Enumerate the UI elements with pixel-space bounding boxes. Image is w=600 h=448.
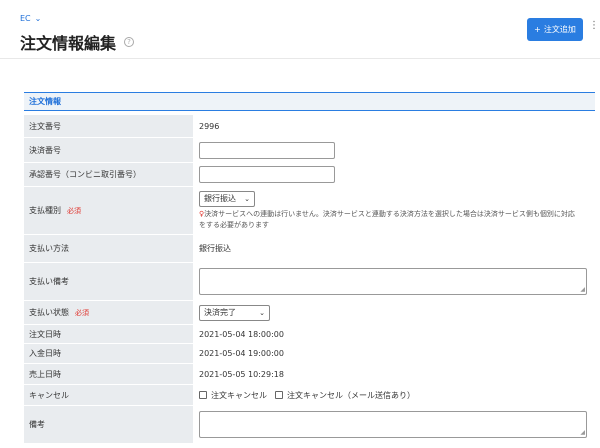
page-title-text: 注文情報編集 xyxy=(20,34,117,53)
row-payment-type: 支払種別 必須 銀行振込 ⌄ ♀決済サービスへの連動は行いません。決済サービスと… xyxy=(24,187,595,235)
payment-remarks-textarea[interactable]: ◢ xyxy=(199,268,587,295)
row-approval-number: 承認番号（コンビニ取引番号） xyxy=(24,163,595,187)
payment-status-selected: 決済完了 xyxy=(204,308,236,317)
payment-status-label: 支払い状態 xyxy=(29,308,69,317)
order-number-value: 2996 xyxy=(199,121,220,131)
row-payment-status: 支払い状態 必須 決済完了 ⌄ xyxy=(24,301,595,325)
payment-method-label: 支払い方法 xyxy=(24,235,193,262)
required-badge: 必須 xyxy=(67,206,81,215)
row-payment-method: 支払い方法 銀行振込 xyxy=(24,235,595,263)
help-icon[interactable]: ? xyxy=(124,37,135,47)
cancel-order-mail-option-label: 注文キャンセル（メール送信あり） xyxy=(287,390,415,400)
breadcrumb-label: EC xyxy=(20,14,31,23)
order-datetime-value: 2021-05-04 18:00:00 xyxy=(199,329,284,339)
row-deposit-datetime: 入金日時 2021-05-04 19:00:00 xyxy=(24,344,595,364)
remarks-label: 備考 xyxy=(24,406,193,443)
add-order-button[interactable]: + 注文追加 xyxy=(527,18,583,41)
payment-type-select[interactable]: 銀行振込 ⌄ xyxy=(199,190,255,207)
cancel-order-mail-checkbox[interactable] xyxy=(275,391,283,399)
remarks-textarea[interactable]: ◢ xyxy=(199,411,587,438)
resize-grip-icon[interactable]: ◢ xyxy=(580,430,585,436)
row-payment-number: 決済番号 xyxy=(24,138,595,163)
row-cancel: キャンセル 注文キャンセル 注文キャンセル（メール送信あり） xyxy=(24,385,595,406)
row-payment-remarks: 支払い備考 ◢ xyxy=(24,263,595,301)
approval-number-input[interactable] xyxy=(199,166,335,183)
more-menu-icon[interactable]: ⋮ xyxy=(589,20,599,31)
add-order-label: 注文追加 xyxy=(543,25,576,34)
payment-status-label-cell: 支払い状態 必須 xyxy=(24,301,193,324)
breadcrumb[interactable]: EC ⌄ xyxy=(20,14,41,23)
cancel-label: キャンセル xyxy=(24,385,193,405)
payment-type-note-line2: をする必要があります xyxy=(199,220,269,229)
payment-type-note: ♀決済サービスへの連動は行いません。決済サービスと連動する決済方法を選択した場合… xyxy=(199,209,575,231)
section-header: 注文情報 xyxy=(24,92,595,111)
chevron-down-icon: ⌄ xyxy=(34,14,42,23)
row-remarks: 備考 ◢ xyxy=(24,406,595,444)
payment-status-select[interactable]: 決済完了 ⌄ xyxy=(199,304,270,321)
payment-number-label: 決済番号 xyxy=(24,138,193,162)
page-title: 注文情報編集 ? xyxy=(20,30,135,54)
plus-icon: + xyxy=(534,25,541,34)
payment-type-note-line1: 決済サービスへの連動は行いません。決済サービスと連動する決済方法を選択した場合は… xyxy=(204,209,575,218)
order-number-label: 注文番号 xyxy=(24,115,193,137)
order-datetime-label: 注文日時 xyxy=(24,325,193,343)
cancel-order-option[interactable]: 注文キャンセル xyxy=(199,390,267,401)
payment-type-label-cell: 支払種別 必須 xyxy=(24,187,193,234)
resize-grip-icon[interactable]: ◢ xyxy=(580,287,585,293)
row-sales-datetime: 売上日時 2021-05-05 10:29:18 xyxy=(24,364,595,385)
cancel-order-mail-option[interactable]: 注文キャンセル（メール送信あり） xyxy=(275,390,415,401)
payment-type-label: 支払種別 xyxy=(29,206,61,215)
order-info-section: 注文情報 注文番号 2996 決済番号 承認番号（コンビニ取引番号） 支払種別 … xyxy=(24,92,595,444)
header-divider xyxy=(0,58,600,59)
deposit-datetime-value: 2021-05-04 19:00:00 xyxy=(199,349,284,358)
payment-method-value: 銀行振込 xyxy=(199,244,231,253)
deposit-datetime-label: 入金日時 xyxy=(24,344,193,363)
row-order-number: 注文番号 2996 xyxy=(24,115,595,138)
payment-number-input[interactable] xyxy=(199,141,335,159)
cancel-order-checkbox[interactable] xyxy=(199,391,207,399)
cancel-order-option-label: 注文キャンセル xyxy=(211,390,267,400)
required-badge: 必須 xyxy=(75,308,89,317)
sales-datetime-value: 2021-05-05 10:29:18 xyxy=(199,369,284,379)
chevron-down-icon: ⌄ xyxy=(259,308,265,317)
row-order-datetime: 注文日時 2021-05-04 18:00:00 xyxy=(24,325,595,344)
sales-datetime-label: 売上日時 xyxy=(24,364,193,384)
approval-number-label: 承認番号（コンビニ取引番号） xyxy=(24,163,193,186)
payment-remarks-label: 支払い備考 xyxy=(24,263,193,300)
chevron-down-icon: ⌄ xyxy=(244,194,250,203)
payment-type-selected: 銀行振込 xyxy=(204,194,236,203)
